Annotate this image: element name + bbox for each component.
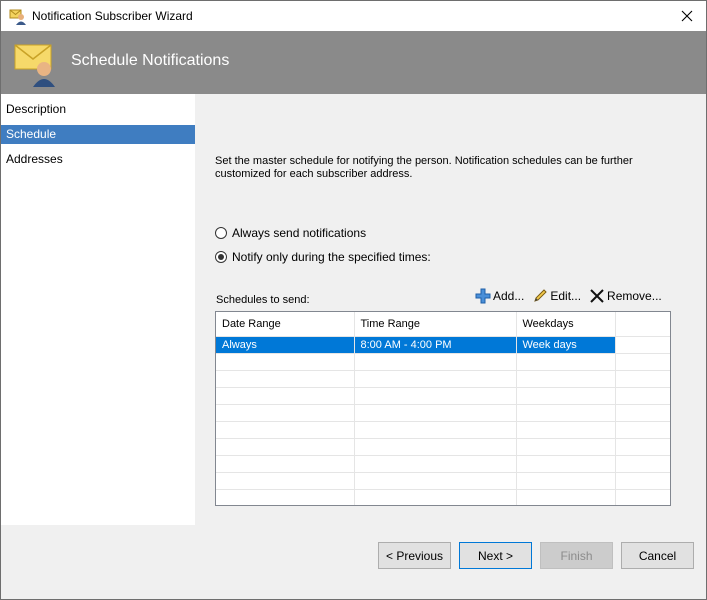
x-icon — [590, 289, 604, 303]
table-row-empty — [216, 489, 670, 505]
edit-button[interactable]: Edit... — [532, 288, 581, 304]
sidebar-item-addresses[interactable]: Addresses — [1, 150, 195, 169]
wizard-footer: < Previous Next > Finish Cancel — [1, 525, 706, 599]
page-description: Set the master schedule for notifying th… — [215, 155, 633, 180]
plus-icon — [475, 288, 491, 304]
envelope-person-icon — [13, 41, 59, 87]
grid-header-row: Date Range Time Range Weekdays — [216, 312, 670, 337]
always-send-option[interactable]: Always send notifications — [215, 226, 366, 240]
banner-title: Schedule Notifications — [71, 52, 230, 69]
cancel-button[interactable]: Cancel — [621, 542, 694, 569]
always-send-label: Always send notifications — [232, 226, 367, 240]
table-row-empty — [216, 438, 670, 456]
table-row-empty — [216, 353, 670, 371]
always-send-radio[interactable] — [215, 227, 227, 239]
cell-time-range: 8:00 AM - 4:00 PM — [354, 336, 517, 354]
schedule-page: Set the master schedule for notifying th… — [195, 94, 706, 525]
table-row-empty — [216, 455, 670, 473]
remove-button[interactable]: Remove... — [589, 288, 662, 304]
cell-date-range: Always — [216, 336, 355, 354]
title-bar[interactable]: Notification Subscriber Wizard — [1, 1, 706, 31]
table-row-empty — [216, 472, 670, 490]
table-row-empty — [216, 404, 670, 422]
column-header-weekdays[interactable]: Weekdays — [516, 312, 616, 337]
wizard-banner: Schedule Notifications — [1, 31, 706, 94]
wizard-steps-sidebar: Description Schedule Addresses — [1, 94, 195, 525]
table-row-empty — [216, 387, 670, 405]
schedules-grid[interactable]: Date Range Time Range Weekdays Always 8:… — [215, 311, 671, 506]
add-button[interactable]: Add... — [475, 288, 524, 304]
pencil-icon — [534, 289, 548, 302]
specified-times-radio[interactable] — [215, 251, 227, 263]
column-header-time-range[interactable]: Time Range — [354, 312, 517, 337]
close-icon[interactable] — [676, 5, 698, 27]
sidebar-item-schedule[interactable]: Schedule — [1, 125, 195, 144]
finish-button[interactable]: Finish — [540, 542, 613, 569]
cell-filler — [615, 336, 670, 354]
table-row-empty — [216, 421, 670, 439]
specified-times-label: Notify only during the specified times: — [232, 250, 431, 264]
schedules-label: Schedules to send: — [216, 294, 310, 306]
column-header-filler — [615, 312, 670, 337]
next-button[interactable]: Next > — [459, 542, 532, 569]
sidebar-item-description[interactable]: Description — [1, 100, 195, 119]
specified-times-option[interactable]: Notify only during the specified times: — [215, 250, 431, 264]
subscriber-wizard-icon — [9, 7, 27, 25]
cell-weekdays: Week days — [516, 336, 616, 354]
window-title: Notification Subscriber Wizard — [32, 9, 193, 23]
schedule-toolbar: Add... Edit... Remove... — [475, 288, 670, 304]
remove-label: Remove... — [607, 289, 662, 303]
wizard-window: Notification Subscriber Wizard Schedule … — [0, 0, 707, 600]
table-row[interactable]: Always 8:00 AM - 4:00 PM Week days — [216, 336, 670, 354]
edit-label: Edit... — [550, 289, 582, 303]
previous-button[interactable]: < Previous — [378, 542, 451, 569]
column-header-date-range[interactable]: Date Range — [216, 312, 355, 337]
add-label: Add... — [493, 289, 525, 303]
table-row-empty — [216, 370, 670, 388]
